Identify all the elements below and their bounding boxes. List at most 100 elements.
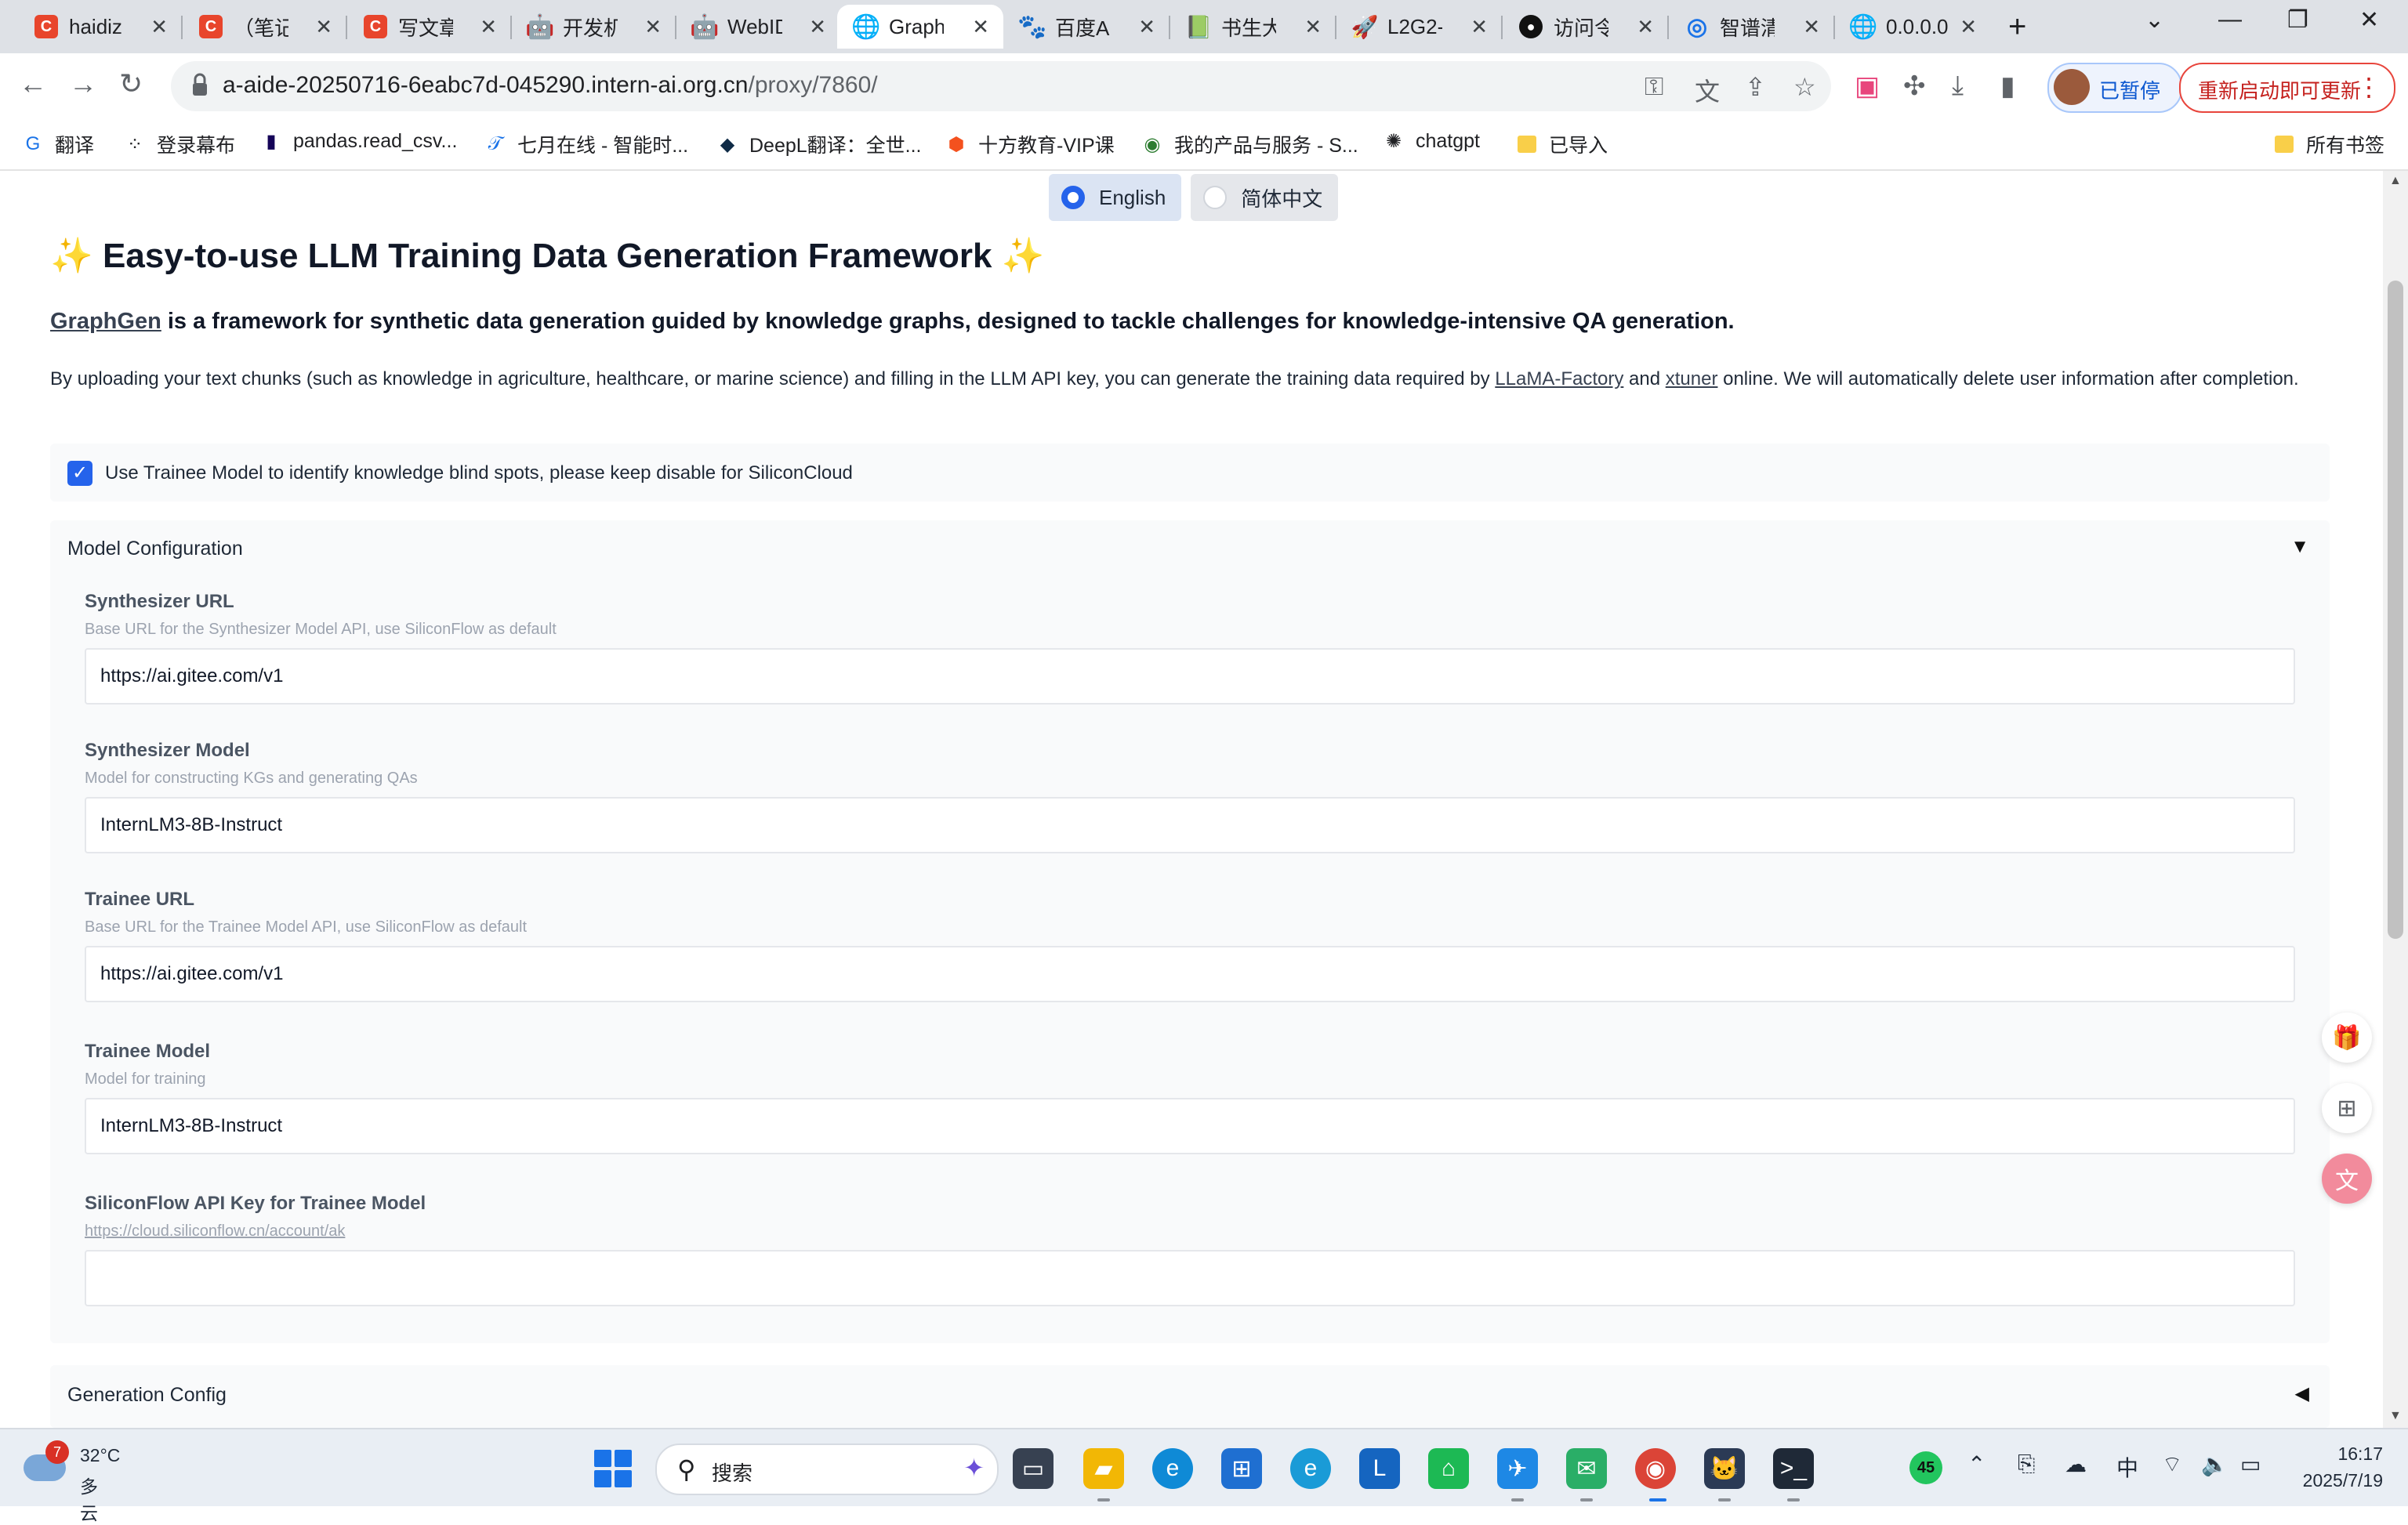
tab-haidiz[interactable]: C haidiz ✕ [17,5,183,49]
translate-page-icon[interactable]: 文 [1695,72,1720,108]
back-arrow-icon[interactable]: ← [19,67,47,100]
bookmark-translate[interactable]: G 翻译 [22,130,94,158]
taskbar-clock[interactable]: 16:17 2025/7/19 [2297,1440,2383,1494]
feishu-icon[interactable]: ✈ [1497,1448,1538,1489]
bookmark-mubu[interactable]: ⁘ 登录幕布 [124,130,235,158]
battery-icon[interactable]: ▭ [2240,1451,2261,1477]
store-icon[interactable]: ⊞ [1221,1448,1262,1489]
key-icon[interactable]: ⚿ [1645,72,1663,102]
usb-icon[interactable]: ⎘ [2018,1451,2035,1477]
share-icon[interactable]: ⇪ [1745,72,1766,102]
tab-l2g2[interactable]: 🚀 L2G2- ✕ [1336,5,1503,49]
tab-webide[interactable]: 🤖 WebID ✕ [676,5,840,49]
close-icon[interactable]: ✕ [315,15,332,39]
trainee-model-input[interactable]: InternLM3-8B-Instruct [85,1098,2295,1154]
cat-app-icon[interactable]: 🐱 [1704,1448,1745,1489]
forward-arrow-icon[interactable]: → [69,67,97,100]
download-icon[interactable]: ⤓ [1952,71,1964,101]
expand-triangle-icon[interactable]: ◀ [2295,1382,2309,1405]
tray-chevron-up-icon[interactable]: ⌃ [1967,1451,1986,1477]
bookmark-chatgpt[interactable]: ✺ chatgpt [1383,130,1480,153]
graphgen-link[interactable]: GraphGen [50,309,161,334]
synthesizer-url-input[interactable]: https://ai.gitee.com/v1 [85,648,2295,705]
side-panel-icon[interactable]: ▮ [2000,71,2015,102]
trainee-url-input[interactable]: https://ai.gitee.com/v1 [85,946,2295,1002]
gift-icon[interactable]: 🎁 [2322,1012,2372,1063]
close-icon[interactable]: ✕ [480,15,497,39]
accordion-title[interactable]: Model Configuration [67,538,243,560]
tab-notes[interactable]: C （笔记 ✕ [182,5,347,49]
update-button[interactable]: 重新启动即可更新 ⋮ [2179,63,2395,113]
restore-icon[interactable]: ❐ [2287,6,2308,34]
window-close-icon[interactable]: ✕ [2359,6,2379,34]
page-scrollbar[interactable]: ▲ ▼ [2383,171,2408,1428]
bookmark-products[interactable]: ◉ 我的产品与服务 - S... [1141,130,1358,158]
scroll-down-arrow-icon[interactable]: ▼ [2389,1409,2402,1423]
bookmark-folder-imported[interactable]: 已导入 [1516,130,1608,158]
bookmark-star-icon[interactable]: ☆ [1793,72,1816,102]
close-icon[interactable]: ✕ [809,15,826,39]
tab-dev-machine[interactable]: 🤖 开发机 ✕ [511,5,676,49]
file-explorer-icon[interactable]: ▰ [1083,1448,1124,1489]
close-icon[interactable]: ✕ [1803,15,1820,39]
close-icon[interactable]: ✕ [1960,15,1977,39]
taskbar-search[interactable]: ⚲ 搜索 ✦ [655,1443,999,1495]
edge-icon[interactable]: e [1152,1448,1193,1489]
tab-search-chevron-icon[interactable]: ⌄ [2145,6,2164,34]
bookmark-julyedu[interactable]: 𝒯 七月在线 - 智能时... [484,130,688,158]
task-view-icon[interactable]: ▭ [1013,1448,1054,1489]
collapse-triangle-icon[interactable]: ▼ [2290,536,2309,558]
bookmark-shifang[interactable]: ⬢ 十方教育-VIP课 [945,130,1115,158]
close-icon[interactable]: ✕ [1637,15,1654,39]
api-key-link[interactable]: https://cloud.siliconflow.cn/account/ak [85,1223,2295,1241]
scroll-up-arrow-icon[interactable]: ▲ [2389,174,2402,188]
chrome-icon[interactable]: ◉ [1635,1448,1676,1489]
tab-access-token[interactable]: ● 访问令 ✕ [1502,5,1669,49]
tab-graphgen[interactable]: 🌐 Graph ✕ [837,5,1003,49]
wifi-icon[interactable]: ⌔ [2162,1451,2182,1479]
bookmark-deepl[interactable]: ◆ DeepL翻译：全世... [716,130,922,158]
translate-extension-icon[interactable]: ▣ [1855,71,1880,102]
close-icon[interactable]: ✕ [972,15,989,39]
profile-button[interactable]: 已暂停 [2047,63,2182,113]
translate-float-icon[interactable]: 文 [2322,1154,2372,1204]
tab-zhipu[interactable]: ◎ 智谱清 ✕ [1668,5,1835,49]
volume-icon[interactable]: 🔈 [2201,1451,2228,1477]
close-icon[interactable]: ✕ [1304,15,1322,39]
language-option-english[interactable]: English [1049,174,1182,221]
close-icon[interactable]: ✕ [150,15,168,39]
checkbox-checked-icon[interactable]: ✓ [67,461,92,486]
close-icon[interactable]: ✕ [644,15,662,39]
lenovo-icon[interactable]: L [1359,1448,1400,1489]
tray-badge[interactable]: 45 [1909,1451,1942,1484]
reload-icon[interactable]: ↻ [119,67,143,100]
tab-localhost[interactable]: 🌐 0.0.0.0 ✕ [1834,5,1991,49]
xtuner-link[interactable]: xtuner [1666,368,1718,389]
scrollbar-thumb[interactable] [2388,281,2403,939]
tab-shusheng[interactable]: 📗 书生大 ✕ [1170,5,1336,49]
close-icon[interactable]: ✕ [1138,15,1155,39]
more-menu-icon[interactable]: ⋮ [2356,72,2381,102]
api-key-input[interactable] [85,1250,2295,1306]
ime-indicator[interactable]: 中 [2116,1451,2138,1483]
address-bar[interactable]: a-aide-20250716-6eabc7d-045290.intern-ai… [171,61,1831,111]
generation-config-accordion[interactable]: Generation Config ◀ [50,1365,2330,1428]
close-icon[interactable]: ✕ [1471,15,1488,39]
minimize-icon[interactable]: — [2218,6,2242,33]
tab-write-article[interactable]: C 写文章 ✕ [346,5,512,49]
cloud-sync-icon[interactable]: ☁ [2065,1451,2087,1477]
shopping-bag-icon[interactable]: ⌂ [1428,1448,1469,1489]
language-option-chinese[interactable]: 简体中文 [1191,174,1339,221]
tab-baidu-ai[interactable]: 🐾 百度AI ✕ [1003,5,1170,49]
new-tab-button[interactable]: + [2008,9,2026,45]
trainee-checkbox-row[interactable]: ✓ Use Trainee Model to identify knowledg… [50,444,2330,502]
synthesizer-model-input[interactable]: InternLM3-8B-Instruct [85,797,2295,853]
accordion-title[interactable]: Generation Config [67,1384,227,1407]
llama-factory-link[interactable]: LLaMA-Factory [1495,368,1623,389]
bookmark-pandas[interactable]: ▮ pandas.read_csv... [260,130,457,153]
all-bookmarks-folder[interactable]: 所有书签 [2273,130,2384,158]
ai-browser-icon[interactable]: e [1290,1448,1331,1489]
app-grid-icon[interactable]: ⊞ [2322,1083,2372,1133]
terminal-icon[interactable]: >_ [1773,1448,1814,1489]
extensions-puzzle-icon[interactable]: ✣ [1903,71,1926,102]
